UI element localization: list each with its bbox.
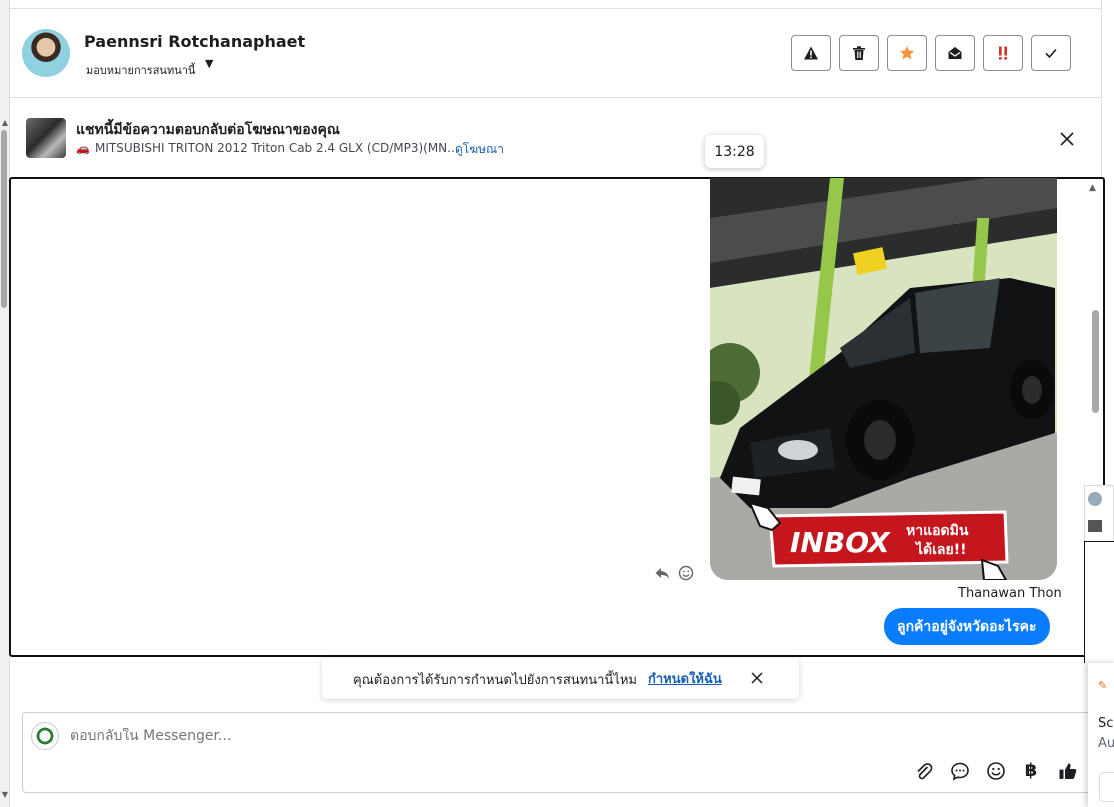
chat-scroll-up-arrow[interactable]: ▲ — [1089, 183, 1096, 193]
assign-to-me-link[interactable]: กำหนดให้ฉัน — [648, 668, 722, 689]
emoji-button[interactable] — [986, 761, 1006, 781]
photo-banner-line2: ได้เลย!! — [914, 540, 966, 558]
side-panel — [1084, 541, 1114, 663]
thumbs-up-icon — [1059, 763, 1077, 779]
saved-replies-button[interactable] — [950, 761, 970, 781]
emoji-icon — [987, 762, 1005, 780]
assign-prompt-text: คุณต้องการได้รับการกำหนดไปยังการสนทนานี้… — [353, 673, 637, 688]
reply-input[interactable] — [70, 728, 670, 744]
side-popup-subtitle: Au — [1098, 736, 1114, 751]
caret-down-icon[interactable]: ▼ — [205, 57, 213, 70]
user-avatar[interactable] — [22, 29, 70, 77]
trash-icon — [853, 46, 865, 60]
left-scroll-thumb[interactable] — [1, 130, 7, 308]
mark-done-button[interactable] — [1031, 35, 1071, 71]
photo-banner-main: INBOX — [790, 526, 891, 559]
side-card-thumbnail — [1088, 520, 1102, 532]
side-popup-title: Scr — [1098, 716, 1114, 731]
outgoing-message-bubble[interactable]: ลูกค้าอยู่จังหวัดอะไรคะ — [884, 608, 1050, 645]
close-icon[interactable] — [1056, 128, 1078, 150]
delete-button[interactable] — [839, 35, 879, 71]
chat-scroll-thumb[interactable] — [1092, 310, 1099, 413]
message-photo[interactable]: INBOX หาแอดมิน ได้เลย!! — [710, 178, 1057, 580]
photo-banner-line1: หาแอดมิน — [906, 523, 969, 539]
side-card-avatar — [1088, 492, 1102, 506]
message-time-tooltip: 13:28 — [705, 135, 764, 168]
alert-icon — [804, 46, 818, 60]
close-prompt-icon[interactable] — [749, 670, 765, 686]
ad-banner-title: แชทนี้มีข้อความตอบกลับต่อโฆษณาของคุณ — [76, 122, 340, 138]
like-button[interactable] — [1058, 761, 1078, 781]
reply-icon[interactable] — [654, 565, 670, 581]
top-border — [10, 8, 1102, 9]
assign-conversation-label[interactable]: มอบหมายการสนทนานี้ — [86, 61, 195, 79]
react-emoji-icon[interactable] — [678, 565, 694, 581]
star-icon — [900, 46, 914, 60]
ad-thumbnail[interactable] — [26, 118, 66, 158]
page-avatar — [31, 722, 59, 750]
left-scroll-down-arrow[interactable]: ▼ — [0, 790, 10, 799]
attachment-icon — [917, 763, 933, 780]
baht-icon: ฿ — [1024, 760, 1038, 781]
header-divider — [10, 97, 1102, 98]
envelope-open-icon — [948, 47, 962, 59]
view-ad-link[interactable]: ดูโฆษณา — [455, 140, 504, 159]
sender-name: Thanawan Thon — [958, 586, 1062, 601]
chat-bubble-icon — [951, 762, 969, 781]
side-popup-button[interactable] — [1099, 772, 1114, 802]
star-button[interactable] — [887, 35, 927, 71]
report-button[interactable] — [791, 35, 831, 71]
baht-payment-button[interactable]: ฿ — [1021, 761, 1041, 781]
truck-photo-image: INBOX หาแอดมิน ได้เลย!! — [710, 178, 1057, 580]
priority-icon — [999, 46, 1007, 60]
mark-unread-button[interactable] — [935, 35, 975, 71]
car-icon: 🚗 — [76, 142, 90, 155]
user-name[interactable]: Paennsri Rotchanaphaet — [84, 32, 305, 51]
priority-button[interactable] — [983, 35, 1023, 71]
attach-button[interactable] — [914, 761, 934, 781]
check-icon — [1045, 48, 1057, 59]
extension-icon: ✎ — [1098, 679, 1108, 692]
left-scroll-up-arrow[interactable]: ▲ — [0, 118, 10, 127]
ad-banner-subtitle: MITSUBISHI TRITON 2012 Triton Cab 2.4 GL… — [95, 141, 459, 155]
